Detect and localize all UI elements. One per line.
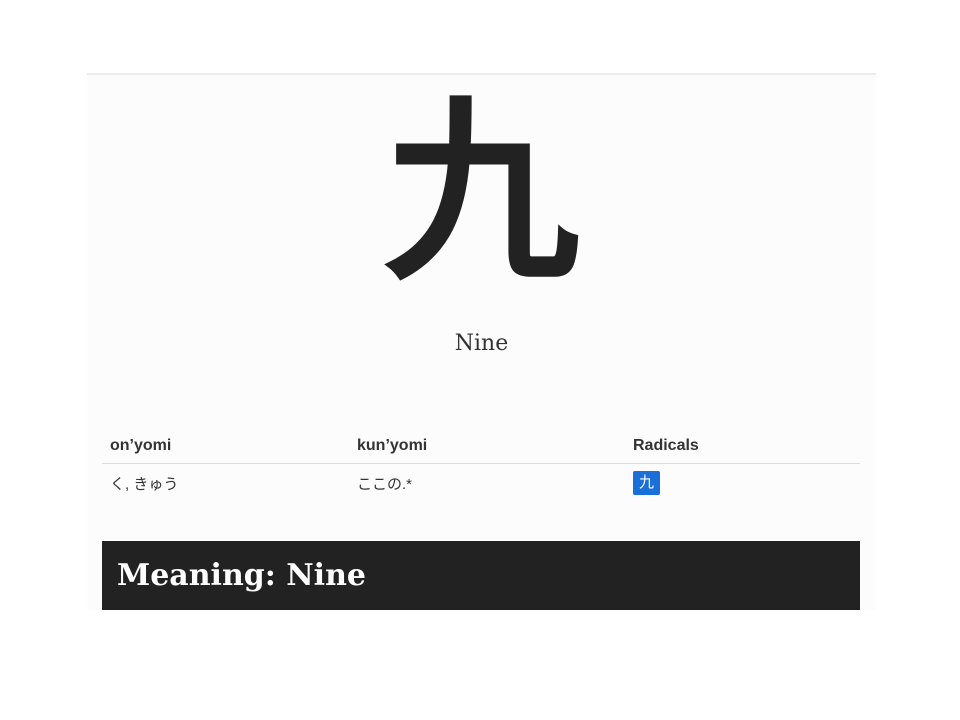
kanji-english: Nine: [454, 331, 509, 356]
kunyomi-value: ここの.*: [357, 475, 413, 493]
readings-table: on’yomi kun’yomi Radicals く, きゅう ここの.* 九: [102, 427, 860, 501]
radicals-cell: 九: [625, 464, 860, 502]
readings-header-row: on’yomi kun’yomi Radicals: [102, 427, 860, 464]
table-row: く, きゅう ここの.* 九: [102, 464, 860, 502]
kunyomi-header: kun’yomi: [349, 427, 625, 464]
radical-link[interactable]: 九: [633, 471, 661, 495]
onyomi-value: く, きゅう: [110, 475, 179, 493]
radicals-header: Radicals: [625, 427, 860, 464]
kanji-card: 九 Nine on’yomi kun’yomi Radicals く, きゅう …: [87, 73, 876, 610]
onyomi-header: on’yomi: [102, 427, 349, 464]
kanji-character: 九: [383, 80, 580, 308]
meaning-title: Meaning: Nine: [117, 558, 366, 593]
meaning-header-bar: Meaning: Nine: [102, 541, 860, 610]
